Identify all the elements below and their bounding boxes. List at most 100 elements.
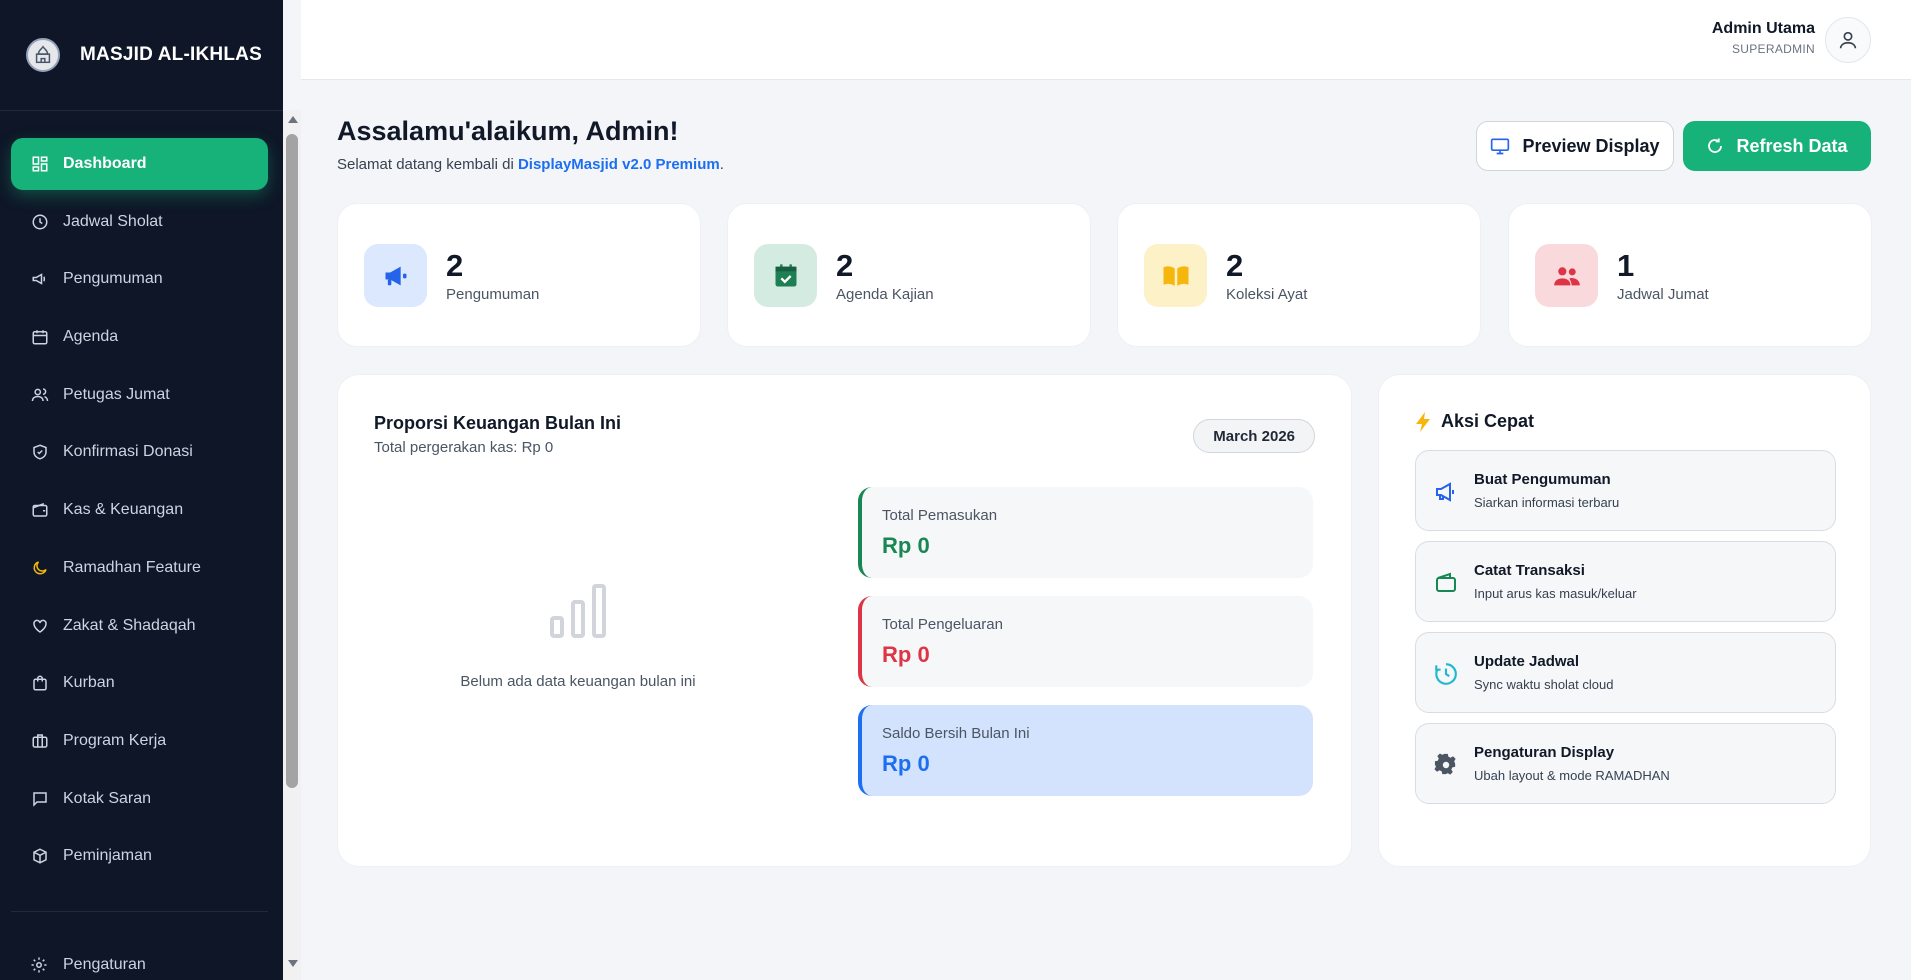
sidebar-item-label: Kurban xyxy=(63,674,115,692)
quick-action-pengaturan-display[interactable]: Pengaturan Display Ubah layout & mode RA… xyxy=(1415,723,1836,804)
sidebar-item-label: Pengumuman xyxy=(63,270,163,288)
lightning-icon xyxy=(1415,411,1431,432)
income-label: Total Pemasukan xyxy=(882,507,998,524)
sidebar-item-label: Konfirmasi Donasi xyxy=(63,443,193,461)
preview-display-button[interactable]: Preview Display xyxy=(1476,121,1674,171)
user-info[interactable]: Admin Utama SUPERADMIN xyxy=(1712,20,1815,56)
stat-card-koleksi-ayat[interactable]: 2 Koleksi Ayat xyxy=(1117,203,1481,347)
sidebar-item-petugas-jumat[interactable]: Petugas Jumat xyxy=(11,369,268,421)
users-icon xyxy=(30,385,50,405)
sidebar-item-label: Program Kerja xyxy=(63,731,167,749)
sidebar-item-kurban[interactable]: Kurban xyxy=(11,657,268,709)
brand[interactable]: MASJID AL-IKHLAS xyxy=(0,0,283,111)
net-balance-card: Saldo Bersih Bulan Ini Rp 0 xyxy=(858,705,1313,796)
stat-value: 1 xyxy=(1617,248,1635,283)
quick-action-subtitle: Sync waktu sholat cloud xyxy=(1474,677,1614,692)
briefcase-icon xyxy=(30,731,50,751)
avatar[interactable] xyxy=(1825,17,1871,63)
shopping-bag-icon xyxy=(30,673,50,693)
sidebar-item-ramadhan-feature[interactable]: Ramadhan Feature xyxy=(11,542,268,594)
finance-title: Proporsi Keuangan Bulan Ini xyxy=(374,413,622,433)
gear-icon xyxy=(30,955,50,975)
sidebar-item-label: Dashboard xyxy=(63,155,147,172)
quick-action-title: Buat Pengumuman xyxy=(1474,471,1611,488)
preview-display-label: Preview Display xyxy=(1522,135,1660,156)
sidebar-item-peminjaman[interactable]: Peminjaman xyxy=(11,830,268,882)
month-badge[interactable]: March 2026 xyxy=(1193,419,1315,453)
wallet-icon xyxy=(30,500,50,520)
quick-action-update-jadwal[interactable]: Update Jadwal Sync waktu sholat cloud xyxy=(1415,632,1836,713)
net-balance-label: Saldo Bersih Bulan Ini xyxy=(882,725,1030,742)
message-square-icon xyxy=(30,789,50,809)
quick-action-buat-pengumuman[interactable]: Buat Pengumuman Siarkan informasi terbar… xyxy=(1415,450,1836,531)
income-card: Total Pemasukan Rp 0 xyxy=(858,487,1313,578)
sidebar-item-label: Kotak Saran xyxy=(63,789,152,807)
stat-value: 2 xyxy=(446,248,464,283)
quick-action-title: Catat Transaksi xyxy=(1474,562,1585,579)
scroll-down-arrow-icon[interactable] xyxy=(288,960,298,967)
sidebar-divider xyxy=(11,911,268,912)
sidebar-item-pengumuman[interactable]: Pengumuman xyxy=(11,253,268,305)
expense-label: Total Pengeluaran xyxy=(882,616,1003,633)
sidebar-scroll-thumb[interactable] xyxy=(286,134,298,788)
sidebar: MASJID AL-IKHLAS Dashboard Jadwal Sholat… xyxy=(0,0,283,980)
subtitle-prefix: Selamat datang kembali di xyxy=(337,156,518,173)
sidebar-item-kas-keuangan[interactable]: Kas & Keuangan xyxy=(11,484,268,536)
heart-icon xyxy=(30,616,50,636)
sidebar-item-label: Kas & Keuangan xyxy=(63,501,184,519)
expense-value: Rp 0 xyxy=(882,642,930,667)
income-value: Rp 0 xyxy=(882,533,930,558)
sidebar-item-dashboard[interactable]: Dashboard xyxy=(11,138,268,190)
sidebar-item-jadwal-sholat[interactable]: Jadwal Sholat xyxy=(11,196,268,248)
refresh-data-label: Refresh Data xyxy=(1736,135,1848,156)
sidebar-item-program-kerja[interactable]: Program Kerja xyxy=(11,715,268,767)
clock-icon xyxy=(1433,661,1459,687)
topbar: Admin Utama SUPERADMIN xyxy=(301,0,1911,80)
wallet-icon xyxy=(1433,570,1459,596)
shield-check-icon xyxy=(30,442,50,462)
bar-chart-icon xyxy=(550,584,606,638)
gear-icon xyxy=(1433,752,1459,778)
sidebar-item-konfirmasi-donasi[interactable]: Konfirmasi Donasi xyxy=(11,426,268,478)
quick-actions-title: Aksi Cepat xyxy=(1415,411,1534,432)
finance-empty-state: Belum ada data keuangan bulan ini xyxy=(428,580,728,690)
quick-action-subtitle: Siarkan informasi terbaru xyxy=(1474,495,1620,510)
refresh-icon xyxy=(1706,137,1724,155)
stat-value: 2 xyxy=(1226,248,1244,283)
quick-action-subtitle: Ubah layout & mode RAMADHAN xyxy=(1474,768,1670,783)
stat-card-pengumuman[interactable]: 2 Pengumuman xyxy=(337,203,701,347)
empty-state-text: Belum ada data keuangan bulan ini xyxy=(460,673,696,690)
sidebar-item-kotak-saran[interactable]: Kotak Saran xyxy=(11,773,268,825)
monitor-icon xyxy=(1490,136,1510,156)
quick-action-title: Update Jadwal xyxy=(1474,653,1580,670)
quick-actions-panel: Aksi Cepat Buat Pengumuman Siarkan infor… xyxy=(1378,374,1871,867)
page-subtitle: Selamat datang kembali di DisplayMasjid … xyxy=(337,156,724,173)
finance-panel: Proporsi Keuangan Bulan Ini Total perger… xyxy=(337,374,1352,867)
calendar-icon xyxy=(30,327,50,347)
sidebar-nav: Dashboard Jadwal Sholat Pengumuman Agend… xyxy=(11,138,268,888)
finance-subtitle: Total pergerakan kas: Rp 0 xyxy=(374,439,554,456)
stat-card-jadwal-jumat[interactable]: 1 Jadwal Jumat xyxy=(1508,203,1872,347)
quick-action-title: Pengaturan Display xyxy=(1474,744,1615,761)
sidebar-item-zakat-shadaqah[interactable]: Zakat & Shadaqah xyxy=(11,600,268,652)
scroll-up-arrow-icon[interactable] xyxy=(288,116,298,123)
quick-action-catat-transaksi[interactable]: Catat Transaksi Input arus kas masuk/kel… xyxy=(1415,541,1836,622)
clock-icon xyxy=(30,212,50,232)
sidebar-item-label: Agenda xyxy=(63,328,119,346)
sidebar-item-agenda[interactable]: Agenda xyxy=(11,311,268,363)
sidebar-item-label: Ramadhan Feature xyxy=(63,558,201,576)
user-name: Admin Utama xyxy=(1711,20,1815,37)
refresh-data-button[interactable]: Refresh Data xyxy=(1683,121,1871,171)
subtitle-suffix: . xyxy=(719,156,724,173)
mosque-logo-icon xyxy=(26,38,60,72)
stat-label: Pengumuman xyxy=(446,286,540,303)
user-role: SUPERADMIN xyxy=(1731,42,1815,56)
quick-actions-label: Aksi Cepat xyxy=(1441,411,1535,431)
package-icon xyxy=(30,846,50,866)
megaphone-icon xyxy=(1433,479,1459,505)
user-icon xyxy=(1839,31,1857,49)
stat-value: 2 xyxy=(836,248,854,283)
stat-card-agenda-kajian[interactable]: 2 Agenda Kajian xyxy=(727,203,1091,347)
stat-label: Jadwal Jumat xyxy=(1617,286,1709,303)
sidebar-item-pengaturan[interactable]: Pengaturan xyxy=(11,940,268,980)
